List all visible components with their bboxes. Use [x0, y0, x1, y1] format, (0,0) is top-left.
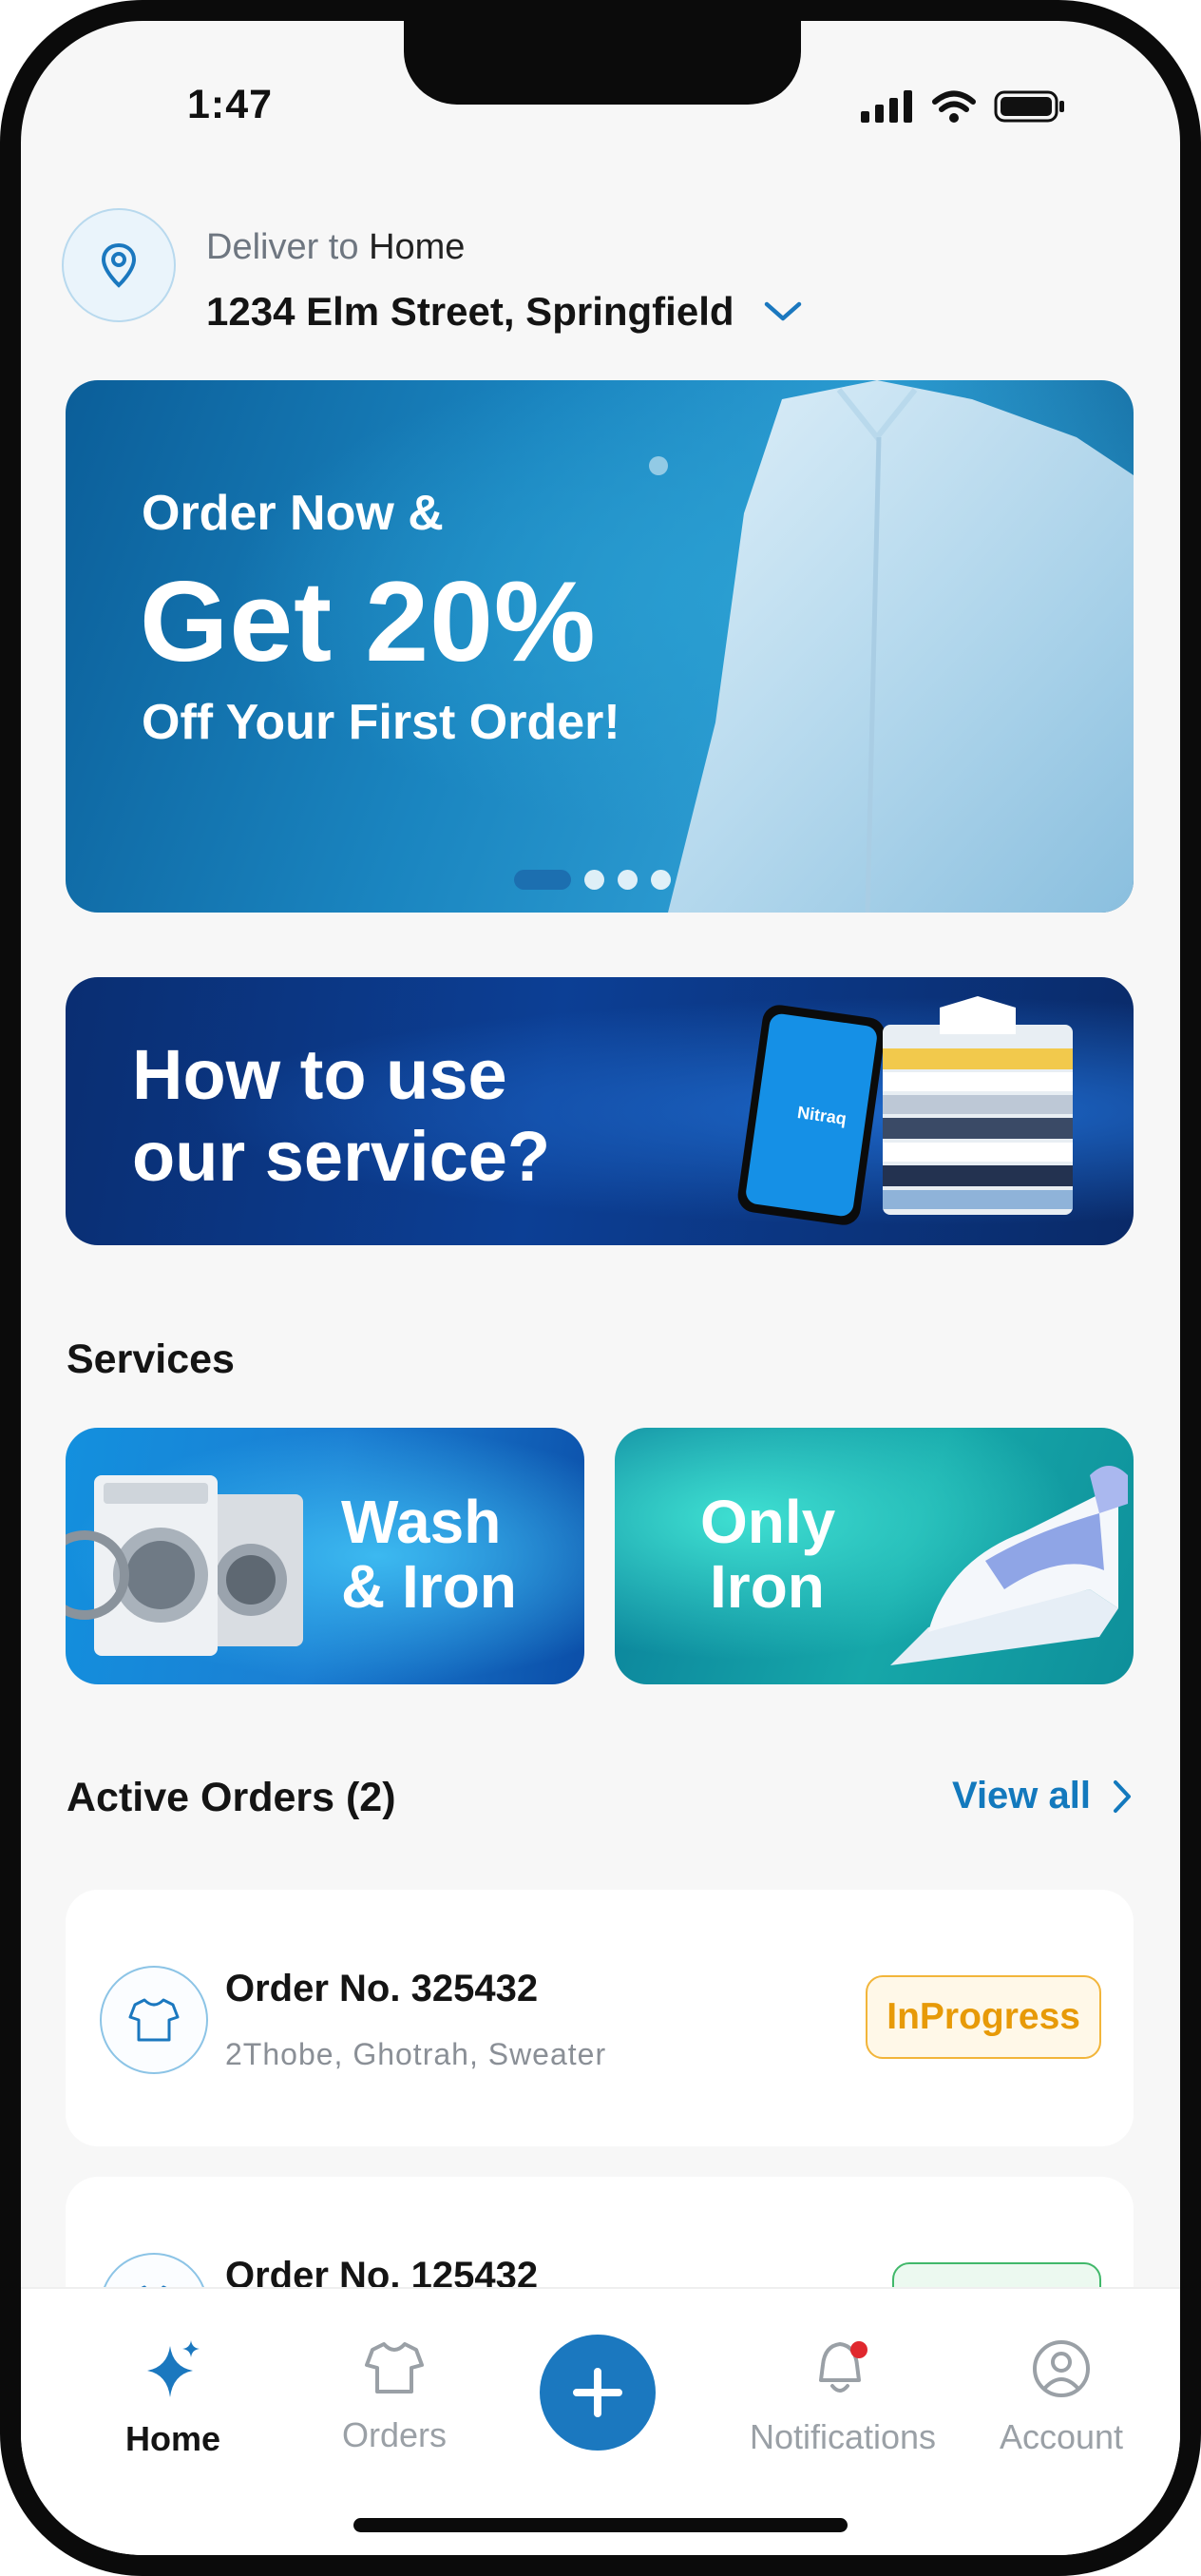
user-circle-icon — [1033, 2340, 1090, 2397]
shirt-image — [649, 380, 1134, 913]
wifi-icon — [932, 90, 976, 123]
wash-iron-label: Wash & Iron — [341, 1488, 517, 1621]
new-order-button[interactable] — [540, 2335, 656, 2451]
delivery-address: 1234 Elm Street, Springfield — [206, 289, 734, 334]
deliver-place: Home — [369, 227, 466, 267]
promo-headline: Get 20% — [140, 558, 597, 685]
iron-image — [890, 1466, 1128, 1665]
order-card[interactable]: Order No. 325432 2Thobe, Ghotrah, Sweate… — [66, 1890, 1134, 2146]
carousel-dot-active[interactable] — [514, 870, 571, 890]
order-items: 2Thobe, Ghotrah, Sweater — [225, 2037, 607, 2071]
tab-home-label: Home — [124, 2419, 221, 2458]
plus-icon — [573, 2368, 622, 2417]
service-wash-and-iron[interactable]: Wash & Iron — [66, 1428, 584, 1684]
tab-notifications-label: Notifications — [749, 2417, 937, 2456]
washing-machine-image — [66, 1475, 303, 1656]
notification-dot — [850, 2341, 867, 2358]
chevron-down-icon[interactable] — [763, 299, 803, 324]
tab-account-label: Account — [999, 2417, 1124, 2456]
address-selector[interactable]: 1234 Elm Street, Springfield — [206, 289, 803, 335]
shirt-icon — [100, 1966, 208, 2074]
camera-notch — [404, 21, 801, 105]
tab-orders-label: Orders — [341, 2415, 448, 2454]
phone-and-clothes-illustration: Nitraq — [737, 996, 1073, 1225]
carousel-indicator[interactable] — [514, 870, 671, 890]
signal-icon — [861, 90, 912, 123]
status-badge: InProgress — [866, 1975, 1101, 2059]
service-only-iron[interactable]: Only Iron — [615, 1428, 1134, 1684]
promo-banner[interactable]: Order Now & Get 20% Off Your First Order… — [66, 380, 1134, 913]
how-to-use-title: How to use our service? — [132, 1035, 551, 1196]
battery-icon — [994, 90, 1064, 123]
services-title: Services — [67, 1336, 235, 1382]
view-all-label: View all — [951, 1775, 1091, 1817]
view-all-link[interactable]: View all — [952, 1775, 1133, 1817]
tab-home[interactable]: Home — [64, 2338, 282, 2459]
bell-icon — [819, 2341, 867, 2393]
active-orders-title: Active Orders (2) — [67, 1775, 396, 1820]
active-orders-header: Active Orders (2) View all — [67, 1775, 1140, 1832]
promo-line-1: Order Now & — [142, 486, 444, 541]
status-icons — [861, 89, 1066, 124]
phone-frame: 1:47 Deliver to Home 1234 Elm Street, Sp… — [0, 0, 1201, 2576]
home-indicator — [353, 2518, 848, 2532]
location-pin-icon — [62, 208, 176, 322]
chevron-right-icon — [1114, 1779, 1131, 1813]
order-number: Order No. 325432 — [225, 1968, 539, 2009]
promo-line-3: Off Your First Order! — [142, 695, 620, 750]
carousel-dot[interactable] — [618, 870, 638, 890]
only-iron-label: Only Iron — [700, 1488, 836, 1621]
how-to-use-banner[interactable]: How to use our service? Nitraq — [66, 977, 1134, 1245]
shirt-icon — [365, 2342, 424, 2393]
sparkle-icon — [147, 2340, 200, 2397]
bottom-tab-bar: Home Orders Notifications Account — [21, 2287, 1180, 2555]
status-time: 1:47 — [187, 82, 274, 127]
tab-account[interactable]: Account — [952, 2338, 1171, 2457]
carousel-dot[interactable] — [651, 870, 671, 890]
carousel-dot[interactable] — [584, 870, 604, 890]
tab-notifications[interactable]: Notifications — [734, 2338, 952, 2457]
delivery-location[interactable]: Deliver to Home 1234 Elm Street, Springf… — [62, 208, 1154, 335]
deliver-to-label: Deliver to Home — [206, 227, 466, 267]
tab-orders[interactable]: Orders — [285, 2338, 504, 2455]
